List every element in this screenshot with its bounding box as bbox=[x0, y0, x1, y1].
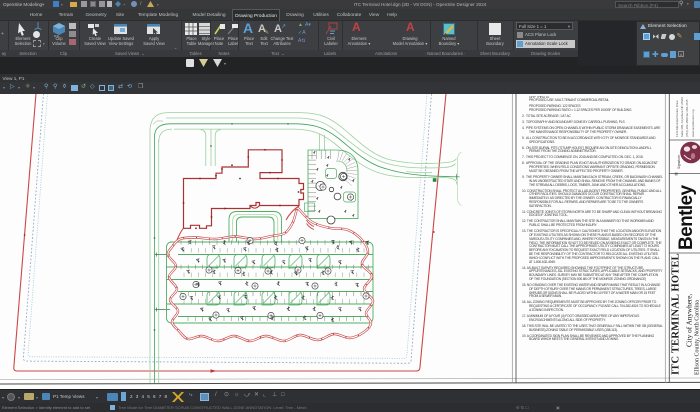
svg-text:ITC TERMINAL HOTEL: ITC TERMINAL HOTEL bbox=[671, 253, 682, 375]
svg-text:1234 Municipal Center Drive: 1234 Municipal Center Drive bbox=[675, 100, 679, 137]
svg-text:www.anywherenc.org: www.anywherenc.org bbox=[691, 109, 695, 137]
svg-text:(704) 282-4500 fax 282-4735: (704) 282-4500 fax 282-4735 bbox=[685, 99, 689, 137]
svg-text:Suite 200, Anywhere NC 28110: Suite 200, Anywhere NC 28110 bbox=[680, 96, 684, 137]
svg-text:City of Anywhere,: City of Anywhere, bbox=[686, 293, 694, 347]
svg-text:Bentley: Bentley bbox=[676, 185, 697, 250]
svg-text:Ellison County, North Carolina: Ellison County, North Carolina bbox=[695, 300, 700, 375]
svg-text:Signature:: Signature: bbox=[677, 154, 681, 169]
